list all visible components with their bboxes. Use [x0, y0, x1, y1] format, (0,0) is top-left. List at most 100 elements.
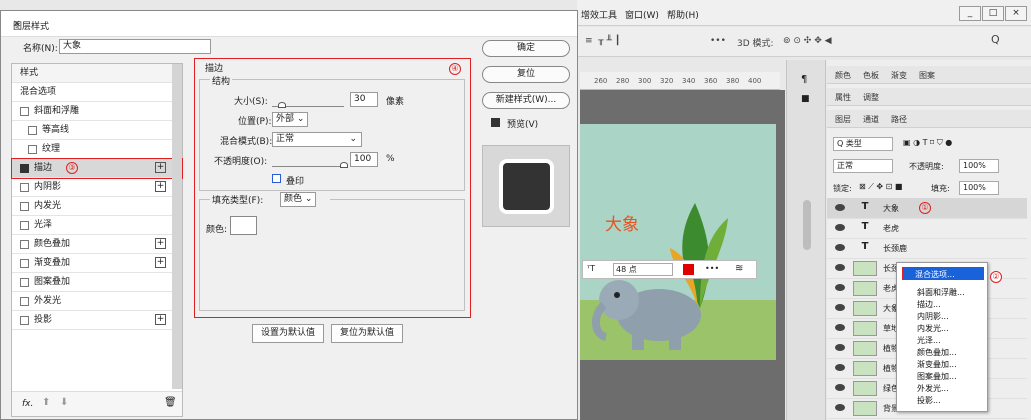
context-menu-item[interactable]: 斜面和浮雕... [917, 287, 965, 298]
tab-adjustments[interactable]: 调整 [863, 92, 879, 103]
eye-icon[interactable] [835, 304, 845, 311]
move-up-icon[interactable]: ⬆ [42, 397, 50, 408]
context-menu-item[interactable]: 渐变叠加... [917, 359, 957, 370]
new-style-button[interactable]: 新建样式(W)... [482, 92, 570, 109]
add-style-icon[interactable]: + [155, 181, 166, 192]
font-size-select[interactable]: 48 点 [613, 263, 673, 276]
add-style-icon[interactable]: + [155, 238, 166, 249]
add-style-icon[interactable]: + [155, 257, 166, 268]
style-item[interactable]: 光泽 [12, 216, 182, 235]
eye-icon[interactable] [835, 244, 845, 251]
style-checkbox[interactable] [28, 126, 37, 135]
text-color-swatch[interactable] [683, 264, 694, 275]
style-item[interactable]: 等高线 [12, 121, 182, 140]
layer-opacity-input[interactable]: 100% [959, 159, 999, 173]
tab-swatches[interactable]: 色板 [863, 70, 879, 81]
styles-header[interactable]: 样式 [12, 64, 182, 83]
style-item[interactable]: 纹理 [12, 140, 182, 159]
paragraph-icon[interactable]: ¶ [801, 74, 807, 85]
eye-icon[interactable] [835, 384, 845, 391]
tab-paths[interactable]: 路径 [891, 114, 907, 125]
size-slider-knob[interactable] [278, 102, 286, 108]
lock-icons[interactable]: ⊠ ⟋ ✥ ⊡ ■ [859, 182, 902, 192]
preview-checkbox[interactable] [491, 118, 500, 127]
menu-window[interactable]: 窗口(W) [625, 8, 659, 21]
style-checkbox[interactable] [20, 107, 29, 116]
fx-button[interactable]: fx. [22, 399, 33, 409]
ok-button[interactable]: 确定 [482, 40, 570, 57]
blend-mode-select[interactable]: 正常 ⌄ [272, 132, 362, 147]
style-checkbox[interactable] [20, 259, 29, 268]
context-menu-item[interactable]: 图案叠加... [917, 371, 957, 382]
more-button[interactable]: ••• [705, 264, 719, 273]
align-icons[interactable]: ≡ ╥ ╨ ┃ [585, 36, 620, 46]
tab-properties[interactable]: 属性 [835, 92, 851, 103]
eye-icon[interactable] [835, 204, 845, 211]
font-size-icon[interactable]: ᵀT [587, 264, 595, 273]
context-menu-item[interactable]: 光泽... [917, 335, 941, 346]
style-item[interactable]: 斜面和浮雕 [12, 102, 182, 121]
trash-icon[interactable]: 🗑 [164, 397, 177, 408]
window-close-button[interactable]: × [1005, 6, 1027, 21]
layer-row[interactable]: T 老虎 [827, 218, 1027, 239]
scrollbar[interactable] [803, 200, 811, 250]
style-checkbox[interactable] [20, 202, 29, 211]
tab-pattern[interactable]: 图案 [919, 70, 935, 81]
eye-icon[interactable] [835, 364, 845, 371]
context-menu-item[interactable]: 外发光... [917, 383, 949, 394]
style-checkbox[interactable] [20, 297, 29, 306]
3d-tools-icons[interactable]: ⊚ ⊙ ✣ ✥ ◀ [783, 36, 832, 46]
style-item[interactable]: 渐变叠加 + [12, 254, 182, 273]
style-checkbox[interactable] [20, 278, 29, 287]
style-checkbox[interactable] [20, 164, 29, 173]
style-item[interactable]: 描边 ③ + [11, 158, 183, 179]
style-checkbox[interactable] [20, 183, 29, 192]
style-item[interactable]: 外发光 [12, 292, 182, 311]
minimize-button[interactable]: _ [959, 6, 981, 21]
position-select[interactable]: 外部 ⌄ [272, 112, 308, 127]
eye-icon[interactable] [835, 344, 845, 351]
context-menu-item[interactable]: 内发光... [917, 323, 949, 334]
tab-color[interactable]: 颜色 [835, 70, 851, 81]
style-item[interactable]: 颜色叠加 + [12, 235, 182, 254]
style-item[interactable]: 内发光 [12, 197, 182, 216]
comment-icon[interactable]: ■ [801, 94, 810, 104]
style-checkbox[interactable] [28, 145, 37, 154]
move-down-icon[interactable]: ⬇ [60, 397, 68, 408]
blend-options-item[interactable]: 混合选项 [12, 83, 182, 102]
style-checkbox[interactable] [20, 316, 29, 325]
context-menu-item[interactable]: 内阴影... [917, 311, 949, 322]
layer-kind-filter[interactable]: Q 类型 [833, 137, 893, 151]
layer-fill-input[interactable]: 100% [959, 181, 999, 195]
settings-icon[interactable]: ≋ [735, 263, 743, 274]
layer-row[interactable]: T 大象 ① [827, 198, 1027, 219]
size-input[interactable]: 30 [350, 92, 378, 107]
more-options-button[interactable]: ••• [710, 36, 726, 46]
eye-icon[interactable] [835, 264, 845, 271]
fill-type-select[interactable]: 颜色 ⌄ [280, 192, 316, 207]
style-checkbox[interactable] [20, 221, 29, 230]
style-item[interactable]: 图案叠加 [12, 273, 182, 292]
blend-mode-select[interactable]: 正常 [833, 159, 893, 173]
add-style-icon[interactable]: + [155, 162, 166, 173]
context-menu-item[interactable]: 投影... [917, 395, 941, 406]
reset-default-button[interactable]: 复位为默认值 [331, 324, 403, 343]
menu-plugins[interactable]: 增效工具 [581, 8, 617, 21]
stroke-color-swatch[interactable] [230, 216, 257, 235]
canvas-text-elephant[interactable]: 大象 [605, 210, 639, 235]
menu-help[interactable]: 帮助(H) [667, 8, 699, 21]
tab-channels[interactable]: 通道 [863, 114, 879, 125]
list-scrollbar[interactable] [172, 64, 182, 389]
overprint-checkbox[interactable] [272, 174, 281, 183]
tab-gradient[interactable]: 渐变 [891, 70, 907, 81]
reset-button[interactable]: 复位 [482, 66, 570, 83]
context-menu-item[interactable]: 颜色叠加... [917, 347, 957, 358]
layer-row[interactable]: T 长颈鹿 [827, 238, 1027, 259]
context-menu-blending-options[interactable]: 混合选项... [902, 267, 984, 280]
opacity-slider[interactable] [272, 166, 348, 167]
tab-layers[interactable]: 图层 [835, 114, 851, 125]
add-style-icon[interactable]: + [155, 314, 166, 325]
filter-icons[interactable]: ▣ ◑ T ⌑ ⛉ ● [903, 138, 952, 148]
name-field[interactable]: 大象 [59, 39, 211, 54]
style-checkbox[interactable] [20, 240, 29, 249]
